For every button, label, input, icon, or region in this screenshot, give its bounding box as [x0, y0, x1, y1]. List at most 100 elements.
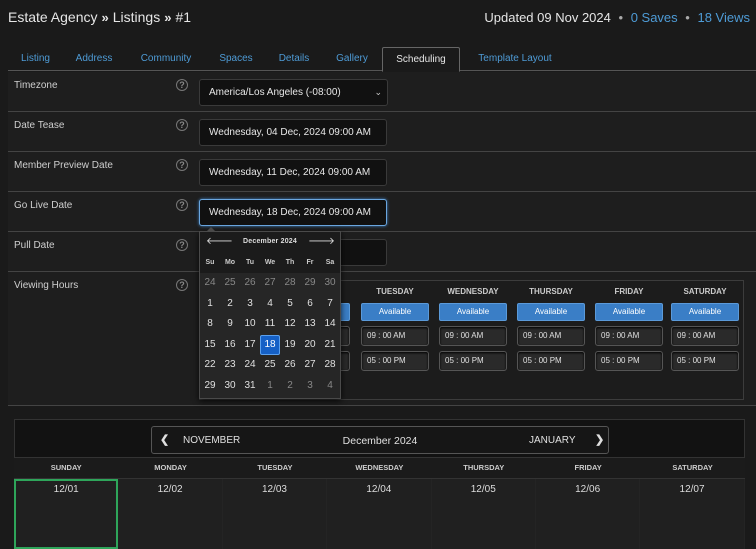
date-picker-day[interactable]: 1 [200, 294, 220, 315]
date-picker-day[interactable]: 30 [320, 273, 340, 294]
calendar-day-cell[interactable]: 12/01 [14, 479, 119, 549]
date-picker-day[interactable]: 9 [220, 314, 240, 335]
date-picker-day[interactable]: 1 [260, 376, 280, 397]
close-time-input[interactable]: 05 : 00 PM [595, 351, 663, 371]
tab-community[interactable]: Community [130, 47, 202, 71]
date-picker-day[interactable]: 23 [220, 355, 240, 376]
date-picker-day[interactable]: 22 [200, 355, 220, 376]
close-time-input[interactable]: 05 : 00 PM [361, 351, 429, 371]
close-time-input[interactable]: 05 : 00 PM [671, 351, 739, 371]
viewing-hours-label: Viewing Hours [14, 280, 79, 291]
weekday-label: Th [285, 259, 295, 266]
date-picker-day[interactable]: 25 [220, 273, 240, 294]
help-icon[interactable]: ? [176, 239, 188, 251]
chevron-right-icon[interactable]: ❯ [595, 433, 604, 446]
available-button[interactable]: Available [361, 303, 429, 321]
open-time-input[interactable]: 09 : 00 AM [361, 326, 429, 346]
date-picker-day[interactable]: 4 [320, 376, 340, 397]
date-picker-grid: 24 25 26 27 28 29 30 1 2 3 4 5 6 7 8 9 10 11 12 13 14 15 16 17 1… [200, 273, 340, 396]
breadcrumb-listings[interactable]: Listings [113, 9, 160, 25]
date-picker-day[interactable]: 21 [320, 335, 340, 356]
date-picker-day[interactable]: 26 [240, 273, 260, 294]
date-picker-day[interactable]: 27 [300, 355, 320, 376]
date-picker-week: 1234567 [200, 294, 340, 315]
calendar-day-cell[interactable]: 12/02 [118, 479, 223, 549]
help-icon[interactable]: ? [176, 279, 188, 291]
breadcrumb-estate-agency[interactable]: Estate Agency [8, 9, 98, 25]
views-link[interactable]: 18 Views [697, 10, 750, 25]
date-picker-day[interactable]: 7 [320, 294, 340, 315]
open-time-input[interactable]: 09 : 00 AM [595, 326, 663, 346]
date-picker-day[interactable]: 11 [260, 314, 280, 335]
date-picker-day[interactable]: 12 [280, 314, 300, 335]
date-picker-day[interactable]: 25 [260, 355, 280, 376]
help-icon[interactable]: ? [176, 159, 188, 171]
calendar-day-cell[interactable]: 12/03 [222, 479, 328, 549]
hours-column-saturday: Saturday Available 09 : 00 AM 05 : 00 PM [666, 281, 744, 371]
date-picker-day[interactable]: 14 [320, 314, 340, 335]
close-time-input[interactable]: 05 : 00 PM [517, 351, 585, 371]
saves-link[interactable]: 0 Saves [631, 10, 678, 25]
date-picker-day[interactable]: 24 [240, 355, 260, 376]
close-time-input[interactable]: 05 : 00 PM [439, 351, 507, 371]
date-picker-day[interactable]: 26 [280, 355, 300, 376]
help-icon[interactable]: ? [176, 119, 188, 131]
date-picker-day[interactable]: 2 [280, 376, 300, 397]
date-picker-day[interactable]: 19 [280, 335, 300, 356]
tab-scheduling[interactable]: Scheduling [382, 47, 460, 72]
hours-column-thursday: Thursday Available 09 : 00 AM 05 : 00 PM [512, 281, 590, 371]
date-picker-day[interactable]: 16 [220, 335, 240, 356]
tab-gallery[interactable]: Gallery [326, 47, 378, 71]
date-picker-day[interactable]: 31 [240, 376, 260, 397]
calendar-day-cell[interactable]: 12/07 [640, 479, 745, 549]
tab-listing[interactable]: Listing [8, 47, 63, 71]
open-time-input[interactable]: 09 : 00 AM [671, 326, 739, 346]
date-picker-day[interactable]: 2 [220, 294, 240, 315]
date-picker-day[interactable]: 3 [240, 294, 260, 315]
date-picker-day[interactable]: 20 [300, 335, 320, 356]
date-picker-day[interactable]: 8 [200, 314, 220, 335]
open-time-input[interactable]: 09 : 00 AM [517, 326, 585, 346]
calendar-day-cell[interactable]: 12/04 [327, 479, 432, 549]
open-time-input[interactable]: 09 : 00 AM [439, 326, 507, 346]
tab-address[interactable]: Address [68, 47, 120, 71]
go-live-input[interactable]: Wednesday, 18 Dec, 2024 09:00 AM [199, 199, 387, 226]
date-picker-day[interactable]: 5 [280, 294, 300, 315]
tab-details[interactable]: Details [270, 47, 318, 71]
date-picker-day[interactable]: 17 [240, 335, 260, 356]
date-picker-day[interactable]: 24 [200, 273, 220, 294]
page-header: Estate Agency » Listings » #1 Updated 09… [0, 0, 756, 40]
help-icon[interactable]: ? [176, 199, 188, 211]
arrow-right-icon[interactable]: 🡒 [308, 235, 335, 247]
help-icon[interactable]: ? [176, 79, 188, 91]
date-picker-day[interactable]: 29 [300, 273, 320, 294]
date-picker-day[interactable]: 6 [300, 294, 320, 315]
tab-template-layout[interactable]: Template Layout [468, 47, 562, 71]
day-header: Thursday [529, 287, 573, 296]
date-picker-popup: 🡐 December 2024 🡒 Su Mo Tu We Th Fr Sa 2… [199, 227, 341, 399]
calendar-day-cell[interactable]: 12/05 [431, 479, 536, 549]
tab-spaces[interactable]: Spaces [208, 47, 264, 71]
available-button[interactable]: Available [595, 303, 663, 321]
date-picker-day[interactable]: 28 [320, 355, 340, 376]
date-picker-day[interactable]: 15 [200, 335, 220, 356]
date-picker-day[interactable]: 27 [260, 273, 280, 294]
timezone-select[interactable]: America/Los Angeles (-08:00) ⌄ [199, 79, 388, 106]
date-picker-day[interactable]: 4 [260, 294, 280, 315]
calendar-weekday-row: Sunday Monday Tuesday Wednesday Thursday… [14, 458, 745, 479]
available-button[interactable]: Available [517, 303, 585, 321]
date-picker-day[interactable]: 10 [240, 314, 260, 335]
date-picker-day[interactable]: 18 [260, 334, 280, 355]
date-picker-day[interactable]: 30 [220, 376, 240, 397]
date-picker-day[interactable]: 29 [200, 376, 220, 397]
date-picker-day[interactable]: 3 [300, 376, 320, 397]
available-button[interactable]: Available [439, 303, 507, 321]
date-picker-day[interactable]: 28 [280, 273, 300, 294]
weekday-label: Mo [224, 259, 236, 266]
date-picker-day[interactable]: 13 [300, 314, 320, 335]
calendar-day-cell[interactable]: 12/06 [535, 479, 641, 549]
next-month-link[interactable]: January [529, 435, 576, 446]
date-tease-input[interactable]: Wednesday, 04 Dec, 2024 09:00 AM [199, 119, 387, 146]
member-preview-input[interactable]: Wednesday, 11 Dec, 2024 09:00 AM [199, 159, 387, 186]
available-button[interactable]: Available [671, 303, 739, 321]
